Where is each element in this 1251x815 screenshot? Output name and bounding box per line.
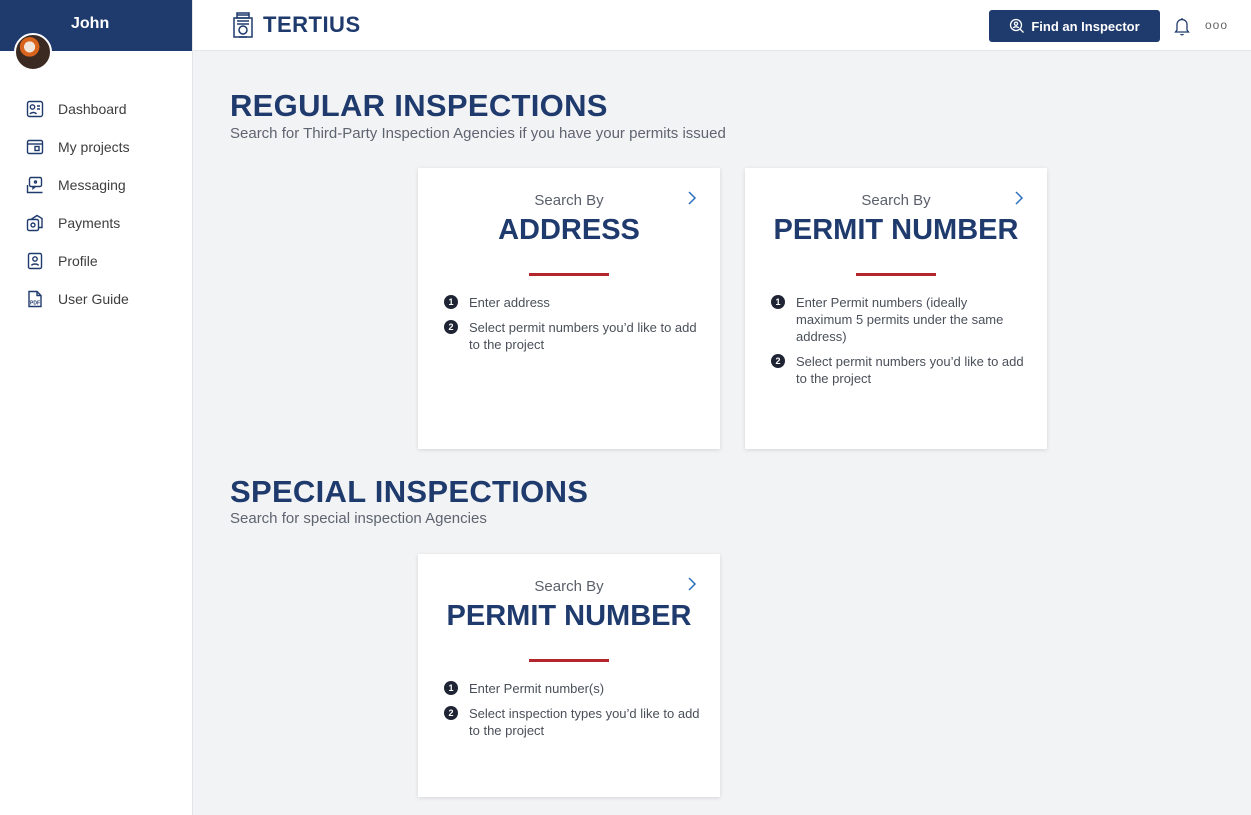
chevron-right-icon[interactable] [686,189,698,207]
pdf-icon: PDF [28,290,42,308]
special-inspections-subtitle: Search for special inspection Agencies [230,510,487,527]
card-prefix: Search By [534,192,604,209]
notification-bell-icon[interactable] [1173,16,1191,36]
card-steps: 1 Enter Permit numbers (ideally maximum … [771,294,1027,395]
profile-icon [27,252,43,270]
step-number: 2 [771,354,785,368]
special-inspections-title: SPECIAL INSPECTIONS [230,474,589,509]
sidebar-item-label: Messaging [58,177,126,193]
sidebar-item-dashboard[interactable]: Dashboard [0,90,192,128]
list-item: 1 Enter Permit number(s) [444,680,700,697]
sidebar-item-label: My projects [58,139,130,155]
find-inspector-label: Find an Inspector [1031,18,1140,34]
sidebar-item-label: Payments [58,215,121,231]
card-divider [529,273,609,276]
top-bar: TERTIUS Find an Inspector ooo [193,0,1251,51]
projects-icon [26,139,44,155]
regular-inspections-title: REGULAR INSPECTIONS [230,88,608,123]
sidebar-item-label: User Guide [58,291,129,307]
sidebar: John Dashboard My projects Messaging Pay… [0,0,193,815]
logo[interactable]: TERTIUS [231,11,361,39]
building-logo-icon [233,12,253,38]
svg-text:PDF: PDF [30,301,40,307]
step-number: 2 [444,320,458,334]
special-search-by-permit-number-card[interactable]: Search By PERMIT NUMBER 1 Enter Permit n… [418,554,720,797]
list-item: 1 Enter Permit numbers (ideally maximum … [771,294,1027,345]
card-steps: 1 Enter address 2 Select permit numbers … [444,294,700,361]
chevron-right-icon[interactable] [686,575,698,593]
sidebar-item-label: Profile [58,253,98,269]
avatar[interactable] [14,33,52,71]
dashboard-icon [26,100,44,118]
payments-icon [26,214,43,232]
sidebar-item-user-guide[interactable]: PDF User Guide [0,280,192,318]
logo-text: TERTIUS [263,12,361,37]
search-by-address-card[interactable]: Search By ADDRESS 1 Enter address 2 Sele… [418,168,720,449]
card-prefix: Search By [861,192,931,209]
list-item: 2 Select permit numbers you’d like to ad… [444,319,700,353]
search-by-permit-number-card[interactable]: Search By PERMIT NUMBER 1 Enter Permit n… [745,168,1047,449]
user-name[interactable]: John [71,15,109,33]
list-item: 2 Select permit numbers you’d like to ad… [771,353,1027,387]
card-title: ADDRESS [498,214,640,246]
find-inspector-button[interactable]: Find an Inspector [989,10,1160,42]
sidebar-item-profile[interactable]: Profile [0,242,192,280]
sidebar-item-payments[interactable]: Payments [0,204,192,242]
card-title: PERMIT NUMBER [446,600,692,632]
step-text: Select permit numbers you’d like to add … [469,320,697,352]
sidebar-item-label: Dashboard [58,101,127,117]
card-divider [856,273,936,276]
sidebar-item-my-projects[interactable]: My projects [0,128,192,166]
step-text: Select inspection types you’d like to ad… [469,706,700,738]
card-divider [529,659,609,662]
messaging-icon [26,176,43,194]
regular-inspections-subtitle: Search for Third-Party Inspection Agenci… [230,125,726,142]
step-number: 2 [444,706,458,720]
step-number: 1 [771,295,785,309]
more-menu[interactable]: ooo [1205,18,1228,32]
chevron-right-icon[interactable] [1013,189,1025,207]
step-text: Select permit numbers you’d like to add … [796,354,1024,386]
step-number: 1 [444,681,458,695]
card-steps: 1 Enter Permit number(s) 2 Select inspec… [444,680,700,747]
step-text: Enter Permit numbers (ideally maximum 5 … [796,295,1004,344]
search-inspector-icon [1010,18,1025,33]
sidebar-nav: Dashboard My projects Messaging Payments… [0,90,192,318]
sidebar-item-messaging[interactable]: Messaging [0,166,192,204]
step-number: 1 [444,295,458,309]
step-text: Enter address [469,295,550,310]
card-title: PERMIT NUMBER [773,214,1019,246]
list-item: 2 Select inspection types you’d like to … [444,705,700,739]
card-prefix: Search By [534,578,604,595]
list-item: 1 Enter address [444,294,700,311]
step-text: Enter Permit number(s) [469,681,605,696]
